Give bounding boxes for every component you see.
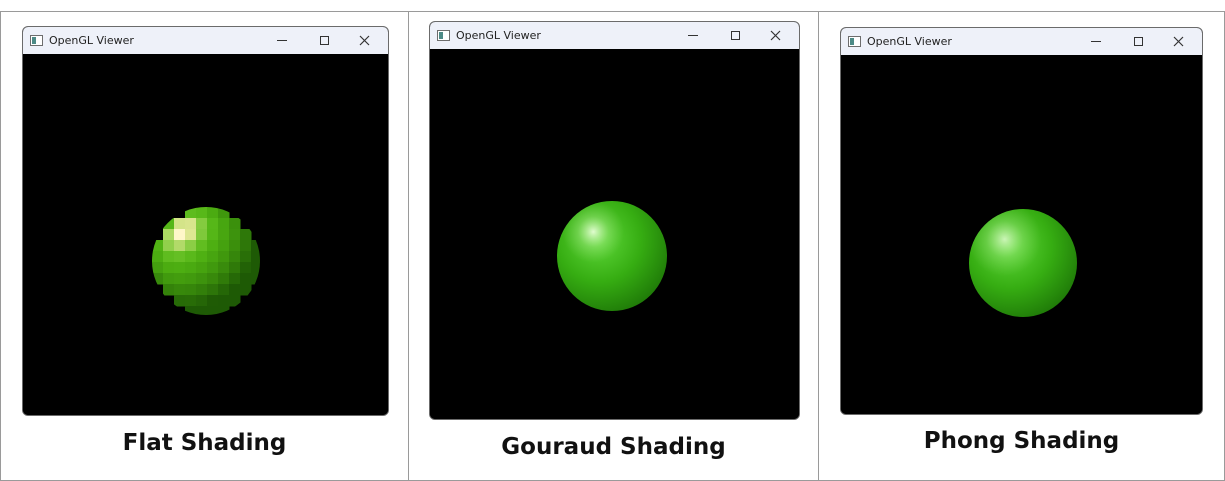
render-viewport[interactable] [430,49,799,419]
specular-highlight [969,209,1077,317]
minimize-icon [1091,41,1101,42]
render-viewport[interactable] [841,55,1202,414]
close-icon [359,35,369,46]
minimize-icon [277,40,287,41]
minimize-button[interactable] [673,22,713,49]
maximize-icon [1133,37,1143,46]
maximize-icon [319,36,329,45]
maximize-button[interactable] [1118,28,1158,55]
close-button[interactable] [755,22,795,49]
window-titlebar[interactable]: OpenGL Viewer [23,27,388,54]
opengl-window-gouraud[interactable]: OpenGL Viewer [429,21,800,420]
app-window-icon [30,35,43,46]
close-icon [770,30,780,41]
close-button[interactable] [1158,28,1198,55]
window-title: OpenGL Viewer [456,29,541,42]
opengl-window-flat[interactable]: OpenGL Viewer [22,26,389,416]
close-button[interactable] [344,27,384,54]
window-title: OpenGL Viewer [49,34,134,47]
specular-highlight [557,201,667,311]
minimize-button[interactable] [1076,28,1116,55]
sphere-facets [152,207,260,315]
panel-flat: OpenGL Viewer Flat Shading [0,11,409,481]
maximize-button[interactable] [715,22,755,49]
maximize-button[interactable] [304,27,344,54]
caption-flat: Flat Shading [122,430,287,456]
flat-shaded-sphere [152,207,260,315]
app-window-icon [848,36,861,47]
gouraud-shaded-sphere [557,201,667,311]
window-titlebar[interactable]: OpenGL Viewer [430,22,799,49]
minimize-icon [688,35,698,36]
panel-phong: OpenGL Viewer Phong Shading [818,11,1225,481]
minimize-button[interactable] [262,27,302,54]
close-icon [1173,36,1183,47]
caption-gouraud: Gouraud Shading [501,434,726,460]
window-title: OpenGL Viewer [867,35,952,48]
render-viewport[interactable] [23,54,388,415]
maximize-icon [730,31,740,40]
window-titlebar[interactable]: OpenGL Viewer [841,28,1202,55]
phong-shaded-sphere [969,209,1077,317]
app-window-icon [437,30,450,41]
panel-gouraud: OpenGL Viewer Gouraud Shading [408,11,819,481]
opengl-window-phong[interactable]: OpenGL Viewer [840,27,1203,415]
caption-phong: Phong Shading [923,428,1120,454]
